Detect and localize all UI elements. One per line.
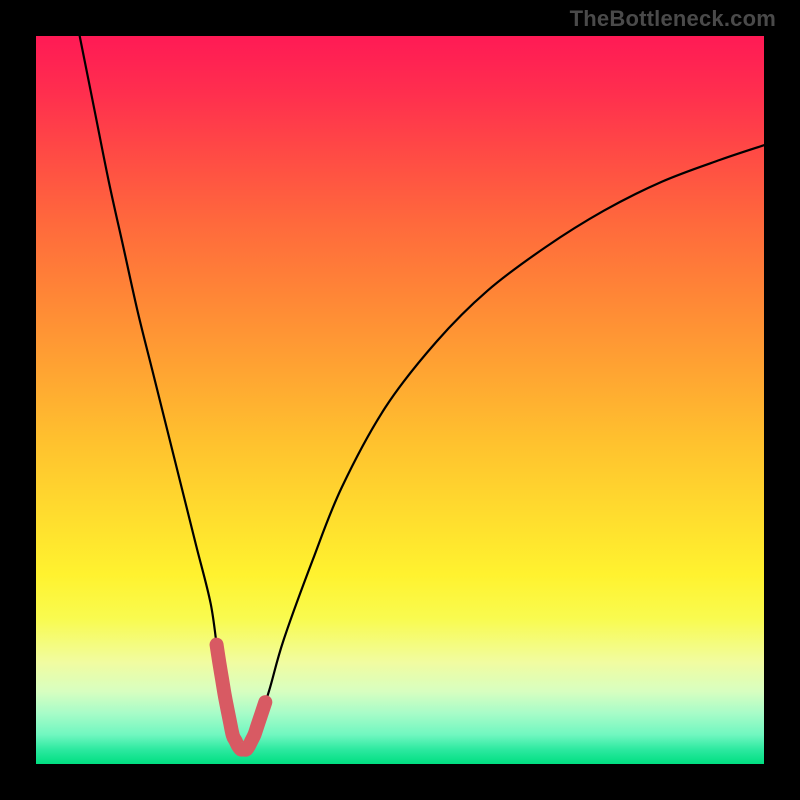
- chart-svg: [36, 36, 764, 764]
- bottleneck-curve: [80, 36, 764, 751]
- valley-marker: [217, 645, 266, 750]
- outer-frame: TheBottleneck.com: [0, 0, 800, 800]
- watermark-text: TheBottleneck.com: [570, 6, 776, 32]
- plot-area: [36, 36, 764, 764]
